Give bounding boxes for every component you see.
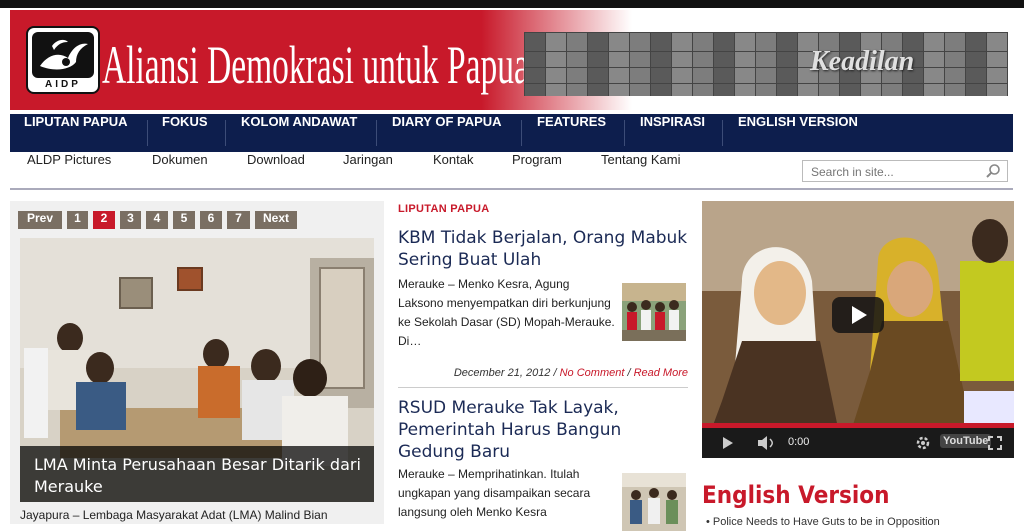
article-date: December 21, 2012 bbox=[453, 367, 551, 379]
nav-inspirasi[interactable]: INSPIRASI bbox=[640, 114, 705, 152]
featured-photo[interactable]: LMA Minta Perusahaan Besar Ditarik dari … bbox=[20, 238, 374, 502]
banner-tile bbox=[944, 32, 966, 52]
article-meta: December 21, 2012 / No Comment / Read Mo… bbox=[454, 367, 688, 379]
play-icon bbox=[852, 306, 867, 324]
search-input[interactable] bbox=[809, 162, 983, 182]
nav-kolom-andawat[interactable]: KOLOM ANDAWAT bbox=[241, 114, 357, 152]
banner-tile bbox=[629, 32, 651, 52]
english-news-item[interactable]: • Police Needs to Have Guts to be in Opp… bbox=[706, 516, 940, 528]
banner-text: Keadilan bbox=[810, 46, 915, 77]
banner-tile bbox=[650, 32, 672, 52]
article-title[interactable]: KBM Tidak Berjalan, Orang Mabuk Sering B… bbox=[398, 227, 690, 271]
nav-separator bbox=[624, 120, 625, 146]
subnav-dokumen[interactable]: Dokumen bbox=[152, 152, 208, 188]
slider-prev-button[interactable]: Prev bbox=[18, 211, 62, 229]
video-progress-bar[interactable] bbox=[702, 423, 1014, 428]
slider-page-button[interactable]: 6 bbox=[200, 211, 222, 229]
video-controls: 0:00 YouTube bbox=[702, 423, 1014, 458]
subnav-program[interactable]: Program bbox=[512, 152, 562, 188]
site-logo[interactable]: AIDP bbox=[26, 26, 100, 94]
fullscreen-icon[interactable] bbox=[988, 436, 1002, 450]
banner-tile bbox=[671, 32, 693, 52]
subnav-tentang-kami[interactable]: Tentang Kami bbox=[601, 152, 681, 188]
hospital-visit-photo-image bbox=[622, 473, 686, 531]
bird-logo-icon bbox=[32, 32, 94, 78]
main-navigation: LIPUTAN PAPUA FOKUS KOLOM ANDAWAT DIARY … bbox=[10, 114, 1013, 152]
nav-separator bbox=[521, 120, 522, 146]
slider-caption[interactable]: LMA Minta Perusahaan Besar Ditarik dari … bbox=[20, 446, 374, 502]
logo-abbreviation: AIDP bbox=[45, 79, 81, 90]
banner-tile bbox=[923, 32, 945, 52]
nav-separator bbox=[722, 120, 723, 146]
banner-tile bbox=[776, 32, 798, 52]
article-thumbnail[interactable] bbox=[622, 473, 686, 531]
nav-separator bbox=[225, 120, 226, 146]
banner-tile bbox=[692, 32, 714, 52]
banner-tile bbox=[713, 32, 735, 52]
banner-tile bbox=[965, 32, 987, 52]
banner-tile bbox=[587, 32, 609, 52]
nav-fokus[interactable]: FOKUS bbox=[162, 114, 208, 152]
banner-tile bbox=[734, 32, 756, 52]
search-icon[interactable] bbox=[985, 163, 1001, 183]
slider-page-button[interactable]: 1 bbox=[67, 211, 88, 229]
banner-tile bbox=[986, 32, 1008, 52]
settings-gear-icon[interactable] bbox=[916, 436, 930, 450]
slider-page-button-active[interactable]: 2 bbox=[93, 211, 115, 229]
english-version-heading[interactable]: English Version bbox=[702, 481, 889, 509]
nav-features[interactable]: FEATURES bbox=[537, 114, 606, 152]
video-player[interactable]: 0:00 YouTube bbox=[702, 201, 1014, 458]
comment-link[interactable]: No Comment bbox=[560, 367, 625, 379]
slider-page-button[interactable]: 3 bbox=[120, 211, 141, 229]
banner-tile bbox=[545, 32, 567, 52]
subnav-download[interactable]: Download bbox=[247, 152, 305, 188]
slider-next-button[interactable]: Next bbox=[255, 211, 297, 229]
play-overlay-button[interactable] bbox=[832, 297, 884, 333]
header-banner: Keadilan bbox=[524, 32, 1008, 96]
banner-tile bbox=[755, 32, 777, 52]
search-box bbox=[802, 160, 1008, 182]
article-title[interactable]: RSUD Merauke Tak Layak, Pemerintah Harus… bbox=[398, 397, 638, 463]
meta-separator: / bbox=[550, 367, 560, 379]
banner-tile bbox=[524, 32, 546, 52]
slider-page-button[interactable]: 4 bbox=[146, 211, 168, 229]
nav-english-version[interactable]: ENGLISH VERSION bbox=[738, 114, 858, 152]
youtube-logo[interactable]: YouTube bbox=[940, 434, 992, 448]
read-more-link[interactable]: Read More bbox=[634, 367, 688, 379]
video-time: 0:00 bbox=[788, 436, 810, 448]
banner-tile bbox=[608, 32, 630, 52]
subnav-aldp-pictures[interactable]: ALDP Pictures bbox=[27, 152, 111, 188]
play-control-icon[interactable] bbox=[722, 437, 734, 449]
top-bar bbox=[0, 0, 1024, 8]
site-header: AIDP Aliansi Demokrasi untuk Papua Keadi… bbox=[10, 10, 1013, 110]
slider-page-button[interactable]: 7 bbox=[227, 211, 250, 229]
nav-liputan-papua[interactable]: LIPUTAN PAPUA bbox=[24, 114, 128, 152]
nav-separator bbox=[147, 120, 148, 146]
site-title[interactable]: Aliansi Demokrasi untuk Papua bbox=[102, 34, 529, 96]
slider-excerpt: Jayapura – Lembaga Masyarakat Adat (LMA)… bbox=[20, 508, 328, 522]
nav-separator bbox=[376, 120, 377, 146]
category-heading[interactable]: LIPUTAN PAPUA bbox=[398, 203, 490, 215]
subnav-jaringan[interactable]: Jaringan bbox=[343, 152, 393, 188]
article-excerpt: Merauke – Memprihatinkan. Itulah ungkapa… bbox=[398, 467, 591, 519]
article-divider bbox=[398, 387, 688, 388]
meta-separator: / bbox=[624, 367, 634, 379]
subnav-kontak[interactable]: Kontak bbox=[433, 152, 473, 188]
featured-slider: Prev 1 2 3 4 5 6 7 Next LMA Minta Perusa… bbox=[10, 201, 384, 524]
slider-page-button[interactable]: 5 bbox=[173, 211, 195, 229]
article-excerpt: Merauke – Menko Kesra, Agung Laksono men… bbox=[398, 277, 615, 348]
banner-tile bbox=[566, 32, 588, 52]
article-thumbnail[interactable] bbox=[622, 283, 686, 341]
slider-caption-title[interactable]: LMA Minta Perusahaan Besar Ditarik dari … bbox=[34, 454, 364, 498]
nav-diary-of-papua[interactable]: DIARY OF PAPUA bbox=[392, 114, 502, 152]
volume-icon[interactable] bbox=[758, 436, 776, 450]
schoolchildren-photo-image bbox=[622, 283, 686, 341]
